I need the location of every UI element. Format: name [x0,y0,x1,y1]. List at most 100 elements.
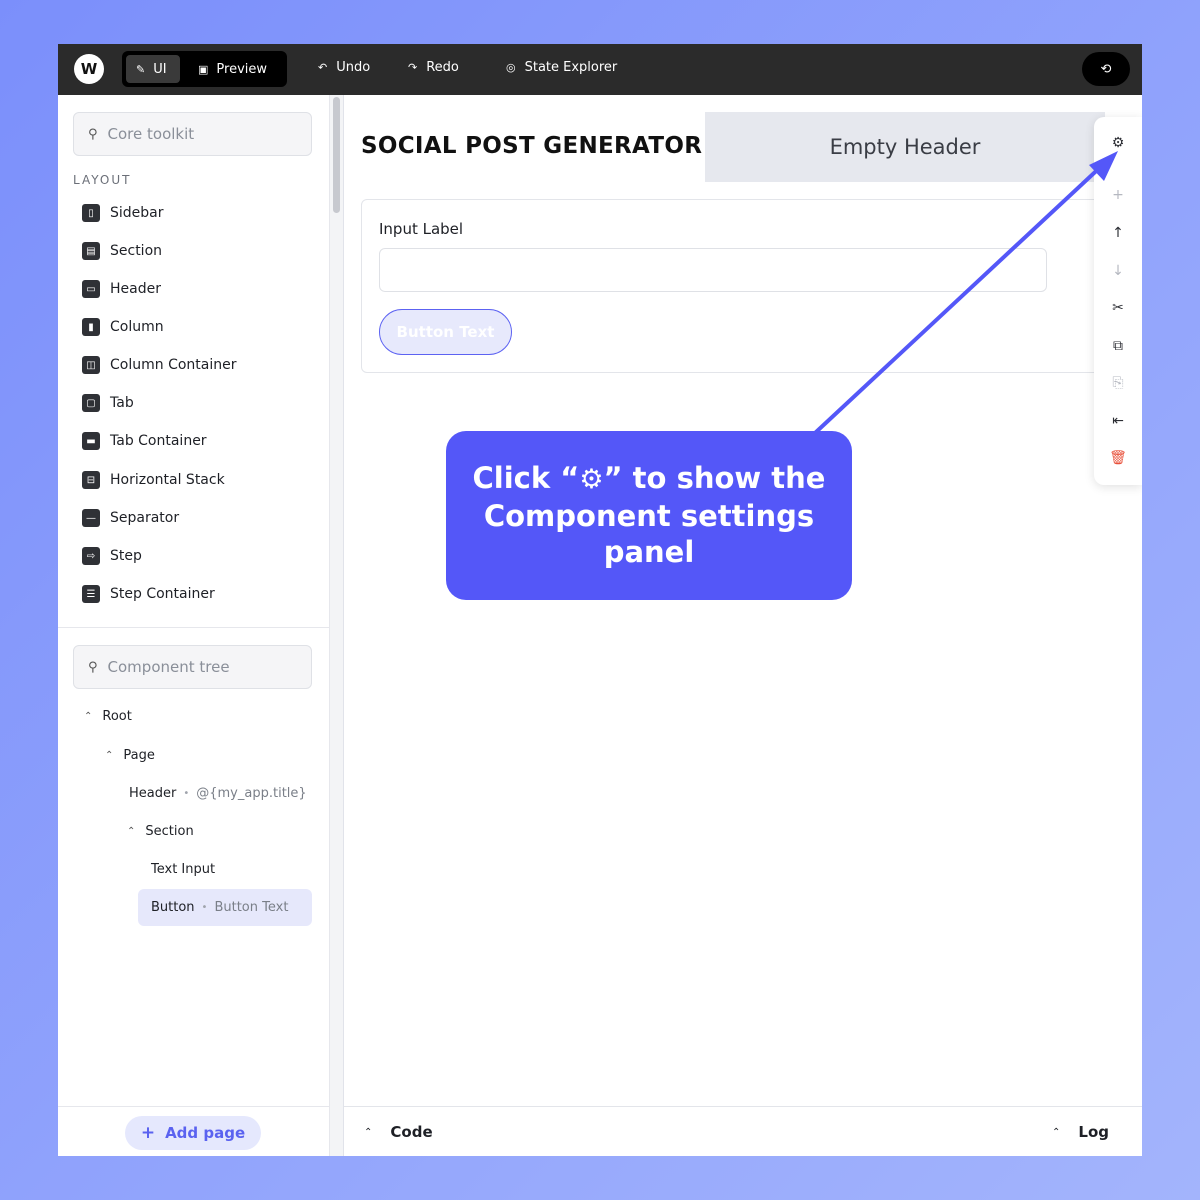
input-label: Input Label [379,220,464,238]
layout-item-label: Column Container [110,357,237,373]
code-label: Code [390,1123,433,1141]
component-tree-search-input[interactable]: ⚲ Component tree [73,645,312,689]
layout-item-section[interactable]: ▤ Section [82,239,162,263]
mode-toggle: ✎ UI ▣ Preview [122,51,287,87]
tree-item-root[interactable]: ⌃ Root [84,705,132,727]
undo-button[interactable]: ↶ Undo [318,60,370,75]
empty-header[interactable]: Empty Header [705,112,1105,182]
layout-item-label: Step Container [110,586,215,602]
layout-item-header[interactable]: ▭ Header [82,277,161,301]
move-up-icon[interactable]: ↑ [1108,223,1128,243]
layout-item-step[interactable]: ⇨ Step [82,544,142,568]
callout-line-3: panel [603,535,695,569]
horizontal-stack-icon: ⊟ [82,471,100,489]
state-explorer-label: State Explorer [524,60,618,75]
layout-section-label: LAYOUT [73,173,132,187]
sidebar-scrollbar[interactable] [330,95,344,1156]
sidebar-footer: + Add page [58,1106,330,1156]
layout-item-step-container[interactable]: ☰ Step Container [82,582,215,606]
tree-separator-dot: • [201,902,208,913]
gear-icon: ⚙ [579,464,604,495]
app-logo: W [74,54,104,84]
add-page-label: Add page [165,1124,246,1142]
callout-line-1: Click “⚙” to show the [472,461,826,495]
tree-header-binding: @{my_app.title} [196,785,307,801]
state-explorer-icon: ◎ [506,61,516,74]
settings-gear-icon[interactable]: ⚙ [1108,133,1128,153]
layout-item-column[interactable]: ▮ Column [82,315,164,339]
preview-mode-button[interactable]: ▣ Preview [188,55,283,83]
column-icon: ▮ [82,318,100,336]
header-icon: ▭ [82,280,100,298]
tab-container-icon: ▬ [82,432,100,450]
tree-root-label: Root [102,708,132,724]
redo-label: Redo [426,60,459,75]
layout-item-separator[interactable]: — Separator [82,506,179,530]
layout-item-label: Sidebar [110,205,164,221]
builder-canvas: SOCIAL POST GENERATOR Empty Header Input… [344,95,1142,1106]
preview-mode-label: Preview [216,61,268,77]
redo-icon: ↷ [408,61,418,74]
tree-section-label: Section [145,823,194,839]
layout-item-label: Step [110,548,142,564]
sidebar-icon: ▯ [82,204,100,222]
tree-button-label: Button [151,900,195,915]
state-explorer-button[interactable]: ◎ State Explorer [506,60,617,75]
undo-label: Undo [336,60,371,75]
layout-item-horizontal-stack[interactable]: ⊟ Horizontal Stack [82,468,225,492]
log-panel-toggle[interactable]: ⌃ Log [1052,1123,1109,1141]
plus-icon: + [140,1123,156,1143]
add-page-button[interactable]: + Add page [125,1116,261,1150]
tab-icon: ▢ [82,394,100,412]
layout-item-tab[interactable]: ▢ Tab [82,391,134,415]
layout-item-label: Separator [110,510,180,526]
ui-mode-button[interactable]: ✎ UI [126,55,180,83]
section-icon: ▤ [82,242,100,260]
redo-button[interactable]: ↷ Redo [408,60,459,75]
app-button[interactable]: Button Text [379,309,512,355]
layout-item-column-container[interactable]: ◫ Column Container [82,353,236,377]
sidebar: ⚲ Core toolkit LAYOUT ▯ Sidebar ▤ Section ▭ H… [58,95,330,1156]
chevron-up-icon: ⌃ [127,825,136,837]
chevron-up-icon: ⌃ [1052,1126,1061,1138]
layout-item-label: Tab Container [110,433,207,449]
layout-item-tab-container[interactable]: ▬ Tab Container [82,429,207,453]
search-icon: ⚲ [88,659,98,675]
chevron-up-icon: ⌃ [364,1126,373,1138]
layout-item-sidebar[interactable]: ▯ Sidebar [82,201,164,225]
paste-icon[interactable]: ⎘ [1108,373,1128,393]
chevron-up-icon: ⌃ [105,749,114,761]
layout-item-label: Column [110,319,164,335]
tree-item-page[interactable]: ⌃ Page [105,744,155,766]
step-icon: ⇨ [82,547,100,565]
column-container-icon: ◫ [82,356,100,374]
code-panel-toggle[interactable]: ⌃ Code [364,1123,433,1141]
section-component[interactable]: Input Label Button Text [361,199,1101,373]
tree-text-input-label: Text Input [151,861,216,877]
brush-icon: ✎ [136,62,146,76]
tree-header-label: Header [129,785,177,801]
move-down-icon[interactable]: ↓ [1108,261,1128,281]
search-icon: ⚲ [88,126,98,142]
sidebar-divider [58,627,330,628]
sidebar-scrollbar-thumb[interactable] [333,97,340,213]
tree-item-text-input[interactable]: Text Input [151,858,215,880]
bottom-bar: ⌃ Code ⌃ Log [344,1106,1142,1156]
go-to-parent-icon[interactable]: ⇤ [1108,411,1128,431]
tree-item-header[interactable]: Header • @{my_app.title} [129,782,307,804]
layout-item-label: Header [110,281,161,297]
sync-button[interactable]: ⟲ [1082,52,1130,86]
top-bar: W ✎ UI ▣ Preview ↶ Undo ↷ Redo ◎ State E… [58,44,1142,95]
tree-page-label: Page [123,747,155,763]
layout-item-label: Horizontal Stack [110,472,225,488]
delete-icon[interactable]: 🗑 [1108,448,1128,468]
cut-icon[interactable]: ✂ [1108,298,1128,318]
sync-icon: ⟲ [1100,61,1112,77]
tree-item-button[interactable]: Button • Button Text [138,889,312,926]
copy-icon[interactable]: ⧉ [1108,336,1128,356]
text-input[interactable] [379,248,1047,292]
toolkit-search-input[interactable]: ⚲ Core toolkit [73,112,312,156]
app-title[interactable]: SOCIAL POST GENERATOR [361,133,702,159]
tree-item-section[interactable]: ⌃ Section [127,820,194,842]
add-child-icon[interactable]: + [1108,185,1128,205]
